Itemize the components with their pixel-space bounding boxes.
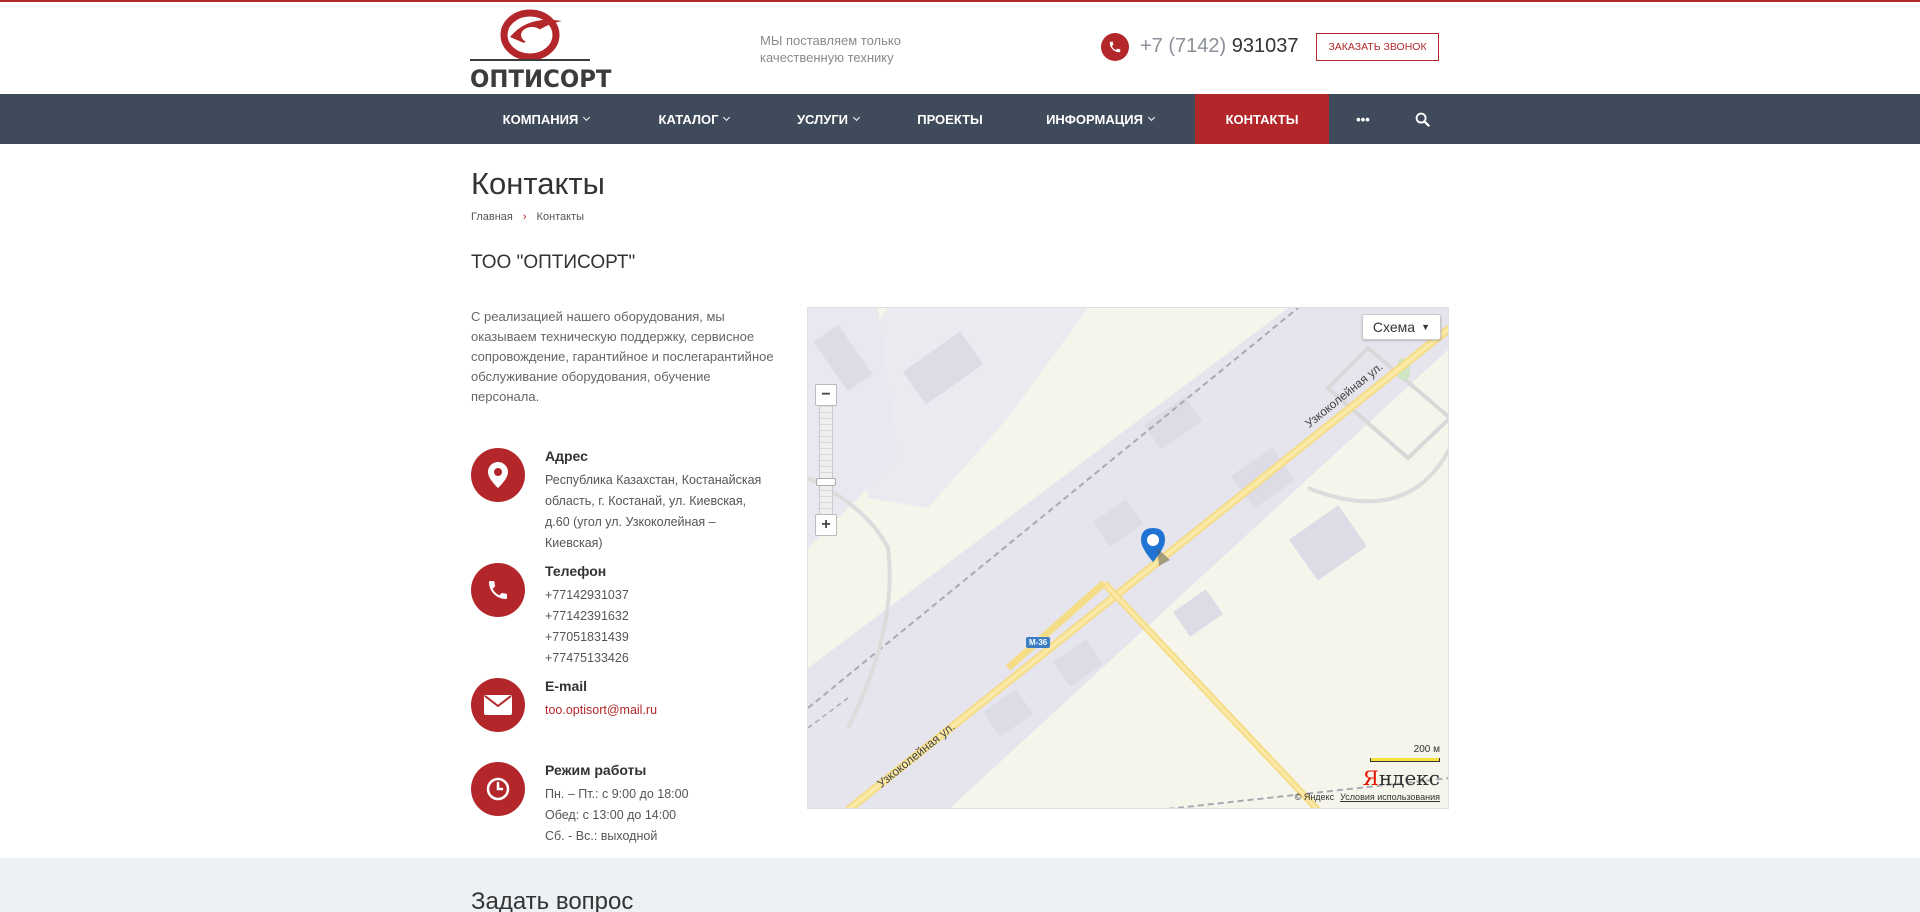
nav-item-information[interactable]: Информация (1030, 94, 1170, 144)
map-scale-label: 200 м (1413, 744, 1440, 755)
nav-item-contacts[interactable]: Контакты (1195, 94, 1329, 144)
phone-number[interactable]: +77142931037 (545, 585, 785, 606)
more-icon: ••• (1356, 111, 1370, 127)
clock-icon (471, 762, 525, 816)
map-copyright: © Яндекс Условия использования (1295, 792, 1440, 802)
email-block: E-mail too.optisort@mail.ru (471, 678, 791, 738)
hours-list: Пн. – Пт.: с 9:00 до 18:00 Обед: с 13:00… (545, 784, 785, 847)
search-icon (1415, 112, 1430, 127)
more-menu-button[interactable]: ••• (1340, 94, 1386, 144)
chevron-down-icon (852, 113, 861, 122)
nav-item-label: Компания (502, 111, 579, 127)
route-badge: М-36 (1026, 637, 1051, 648)
phone-icon (1101, 33, 1129, 61)
chevron-down-icon (723, 113, 731, 122)
email-body: too.optisort@mail.ru (545, 700, 785, 721)
breadcrumb-home-link[interactable]: Главная (471, 211, 513, 223)
zoom-slider-track[interactable] (819, 406, 833, 516)
nav-item-label: Услуги (796, 111, 849, 127)
address-title: Адрес (545, 448, 588, 464)
main-nav: Компания Каталог Услуги Проекты Информац… (0, 94, 1920, 144)
email-link[interactable]: too.optisort@mail.ru (545, 700, 785, 721)
intro-text: С реализацией нашего оборудования, мы ок… (471, 309, 774, 404)
breadcrumb-current: Контакты (536, 211, 585, 223)
phone-number[interactable]: +77142391632 (545, 606, 785, 627)
address-line: Киевская) (545, 536, 603, 550)
phone-code: +7 (7142) (1140, 35, 1227, 57)
zoom-slider-handle[interactable] (816, 478, 836, 486)
nav-item-projects[interactable]: Проекты (900, 94, 1000, 144)
phone-block: Телефон +77142931037 +77142391632 +77051… (471, 563, 791, 665)
slogan-line: качественную технику (760, 50, 894, 65)
map-copyright-text: © Яндекс (1294, 792, 1335, 802)
zoom-out-button[interactable]: − (815, 384, 837, 406)
yandex-logo-letter: Я (1362, 766, 1379, 790)
email-title: E-mail (545, 678, 588, 694)
map-type-label: Схема (1372, 319, 1416, 335)
map-pin-icon (471, 448, 525, 502)
page-title: Контакты (471, 166, 605, 201)
phone-main: 931037 (1231, 35, 1299, 57)
address-line: область, г. Костанай, ул. Киевская, (545, 494, 747, 508)
yandex-map[interactable]: Узкоколейная ул. Узкоколейная ул. М-36 С… (807, 307, 1449, 809)
caret-down-icon: ▼ (1421, 322, 1430, 332)
nav-item-label: Информация (1046, 111, 1143, 127)
map-terms-link[interactable]: Условия использования (1340, 792, 1440, 802)
breadcrumb-separator-icon: › (522, 211, 527, 223)
site-header: ОПТИСОРТ МЫ поставляем только качественн… (0, 2, 1920, 94)
zoom-in-button[interactable]: + (815, 514, 837, 536)
hours-line: Обед: с 13:00 до 14:00 (545, 808, 677, 822)
nav-item-label: Каталог (658, 111, 719, 127)
yandex-logo[interactable]: Яндекс (1363, 766, 1440, 790)
address-text: Республика Казахстан, Костанайская облас… (545, 470, 785, 554)
logo-text: ОПТИСОРТ (470, 65, 612, 93)
hours-line: Сб. - Вс.: выходной (545, 829, 658, 843)
address-block: Адрес Республика Казахстан, Костанайская… (471, 448, 791, 550)
chevron-down-icon (583, 113, 591, 122)
phone-number[interactable]: +77051831439 (545, 627, 785, 648)
hours-line: Пн. – Пт.: с 9:00 до 18:00 (545, 787, 689, 801)
phone-title: Телефон (545, 563, 607, 579)
nav-item-label: Проекты (917, 111, 983, 127)
yandex-logo-rest: ндекс (1378, 766, 1440, 790)
map-scale-bar (1370, 758, 1440, 762)
nav-item-catalog[interactable]: Каталог (636, 94, 752, 144)
slogan: МЫ поставляем только качественную техник… (760, 32, 930, 66)
phone-icon (471, 563, 525, 617)
phone-list: +77142931037 +77142391632 +77051831439 +… (545, 585, 785, 669)
nav-item-label: Контакты (1225, 111, 1299, 127)
address-line: Республика Казахстан, Костанайская (545, 473, 762, 487)
ask-question-title: Задать вопрос (471, 888, 634, 912)
nav-item-services[interactable]: Услуги (776, 94, 880, 144)
header-phone[interactable]: +7 (7142) 931037 (1140, 35, 1298, 58)
search-button[interactable] (1400, 94, 1444, 144)
company-name: ТОО "ОПТИСОРТ" (471, 252, 636, 273)
nav-item-company[interactable]: Компания (482, 94, 610, 144)
chevron-down-icon (1147, 113, 1155, 122)
hours-title: Режим работы (545, 762, 647, 778)
logo-mark-icon (470, 9, 590, 61)
logo[interactable]: ОПТИСОРТ (470, 7, 611, 93)
envelope-icon (471, 678, 525, 732)
address-line: д.60 (угол ул. Узкоколейная – (545, 515, 716, 529)
phone-number[interactable]: +77475133426 (545, 648, 785, 669)
breadcrumb: Главная › Контакты (471, 211, 584, 223)
hours-block: Режим работы Пн. – Пт.: с 9:00 до 18:00 … (471, 762, 791, 852)
order-call-button[interactable]: Заказать звонок (1316, 33, 1439, 61)
map-type-button[interactable]: Схема ▼ (1361, 314, 1441, 340)
ask-question-section (0, 858, 1920, 912)
zoom-control: − + (815, 384, 837, 538)
slogan-line: МЫ поставляем только (760, 33, 901, 48)
